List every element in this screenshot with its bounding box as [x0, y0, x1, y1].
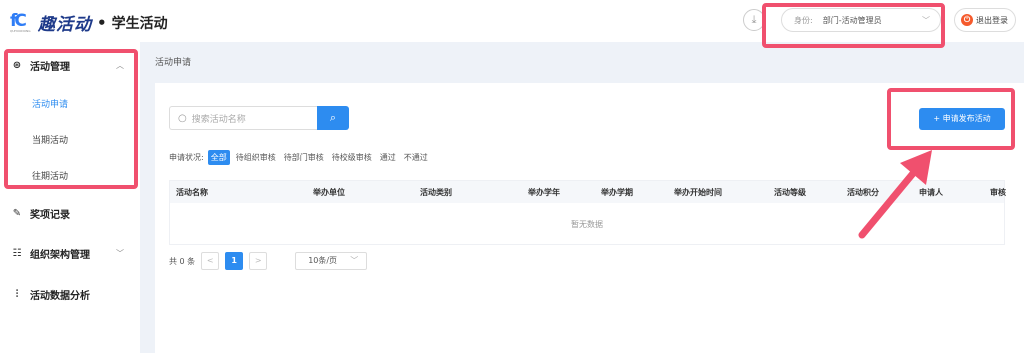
- logo[interactable]: fC QUHUODONG 趣活动 • 学生活动: [10, 10, 168, 36]
- sidebar-item-label: 活动数据分析: [30, 290, 90, 302]
- sidebar-item-label: 奖项记录: [30, 209, 70, 221]
- page-size-value: 10条/页: [308, 256, 338, 265]
- app-subtitle: 学生活动: [111, 15, 168, 32]
- filter-option-approved[interactable]: 通过: [380, 152, 396, 163]
- org-chart-icon: ☷: [12, 247, 22, 259]
- next-page-button[interactable]: >: [249, 252, 268, 270]
- page-button-current[interactable]: 1: [225, 252, 244, 270]
- breadcrumb: 活动申请: [155, 58, 192, 68]
- column-header: 审核: [990, 188, 1006, 197]
- filter-option-pending-org[interactable]: 待组织审核: [236, 152, 276, 163]
- column-header: 举办学年: [528, 188, 560, 197]
- search-placeholder: 搜索活动名称: [191, 114, 246, 125]
- logo-tiny-text: QUHUODONG: [10, 28, 31, 33]
- brand-name: 趣活动: [38, 15, 92, 35]
- annotation-highlight-apply: [887, 88, 1015, 150]
- annotation-arrow-icon: [858, 150, 932, 239]
- search-button[interactable]: ⌕: [317, 106, 349, 130]
- column-header: 举办学期: [601, 188, 633, 197]
- logo-glyph: fC: [10, 10, 27, 31]
- total-count: 共 0 条: [169, 256, 196, 266]
- chevron-down-icon: ﹀: [350, 256, 359, 265]
- page-size-select[interactable]: 10条/页 ﹀: [295, 252, 368, 270]
- filter-label: 申请状况:: [169, 153, 204, 162]
- sidebar-item-label: 组织架构管理: [30, 249, 90, 261]
- filter-option-rejected[interactable]: 不通过: [404, 152, 428, 163]
- logout-label: 退出登录: [976, 15, 1008, 25]
- annotation-highlight-sidebar: [4, 49, 138, 189]
- sidebar-item-data-analysis[interactable]: ⫶ 活动数据分析: [0, 275, 140, 313]
- chevron-down-icon: ﹀: [116, 248, 124, 258]
- pen-icon: ✎: [12, 207, 22, 219]
- sidebar-item-org-structure[interactable]: ☷ 组织架构管理 ﹀: [0, 234, 140, 272]
- search-input[interactable]: ○ 搜索活动名称: [169, 106, 317, 130]
- brand-separator: •: [97, 13, 107, 32]
- status-filter: 申请状况: 全部 待组织审核 待部门审核 待校级审核 通过 不通过: [169, 150, 436, 165]
- sidebar-item-award-records[interactable]: ✎ 奖项记录: [0, 194, 140, 232]
- pagination: 共 0 条 < 1 > 10条/页 ﹀: [169, 252, 368, 270]
- column-header: 活动名称: [176, 188, 208, 197]
- column-header: 举办开始时间: [674, 188, 722, 197]
- logo-icon: fC QUHUODONG: [10, 10, 32, 33]
- filter-option-pending-dept[interactable]: 待部门审核: [284, 152, 324, 163]
- column-header: 活动类别: [420, 188, 452, 197]
- column-header: 活动等级: [774, 188, 806, 197]
- bar-chart-icon: ⫶: [15, 288, 19, 300]
- logout-button[interactable]: ⏻ 退出登录: [954, 8, 1016, 32]
- power-icon: ⏻: [961, 14, 973, 26]
- filter-option-all[interactable]: 全部: [207, 150, 230, 165]
- column-header: 举办单位: [313, 188, 345, 197]
- annotation-highlight-identity: [762, 3, 945, 48]
- prev-page-button[interactable]: <: [201, 252, 220, 270]
- search-icon: ○: [178, 112, 187, 124]
- filter-option-pending-school[interactable]: 待校级审核: [332, 152, 372, 163]
